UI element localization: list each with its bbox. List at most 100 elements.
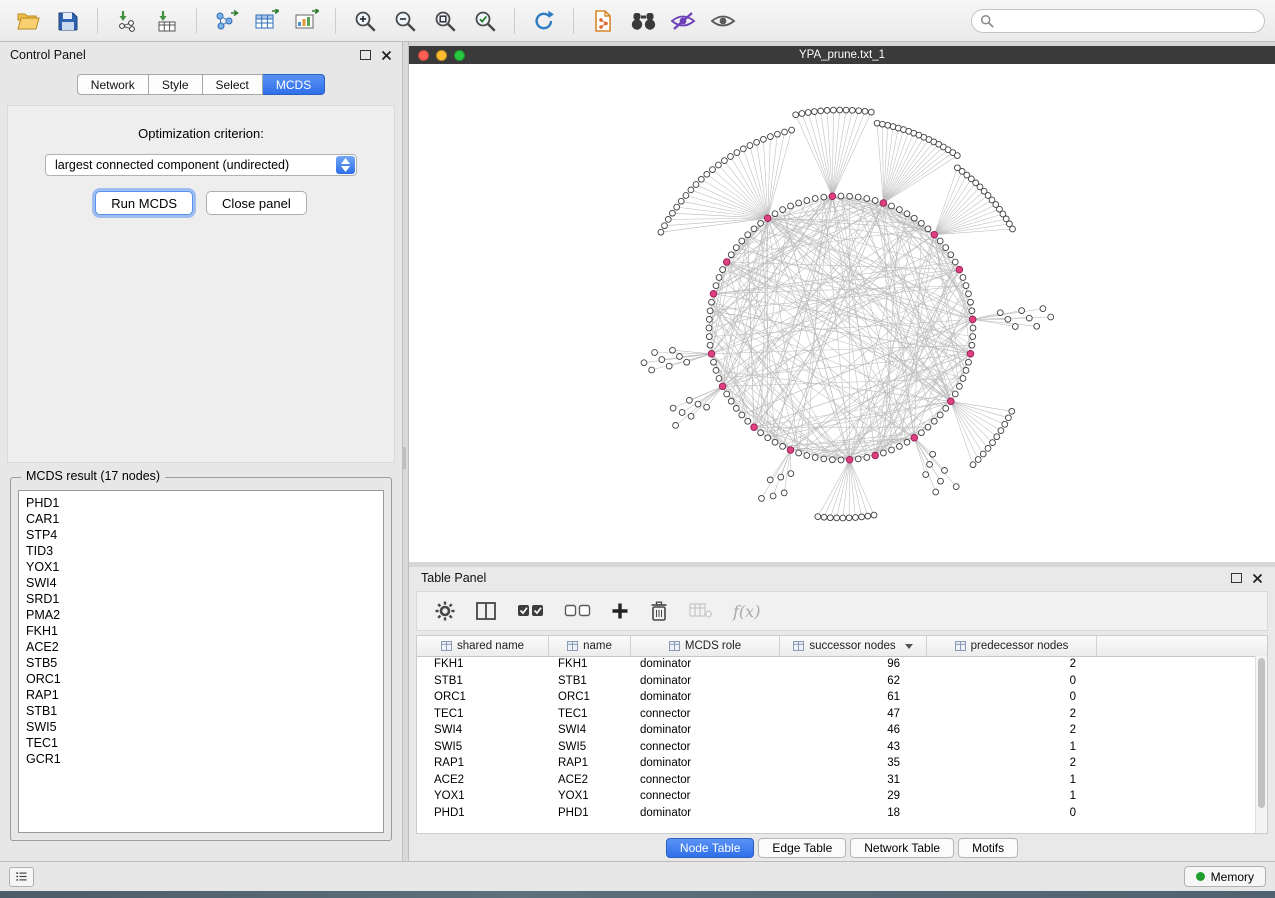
network-node[interactable]: [904, 439, 910, 445]
network-leaf-node[interactable]: [728, 154, 734, 160]
network-leaf-node[interactable]: [665, 217, 671, 223]
network-leaf-node[interactable]: [850, 107, 856, 113]
network-node[interactable]: [937, 238, 943, 244]
network-hub-node[interactable]: [764, 215, 771, 222]
network-node[interactable]: [733, 245, 739, 251]
network-node[interactable]: [919, 430, 925, 436]
duplicate-network-button[interactable]: [585, 5, 621, 37]
network-node[interactable]: [745, 418, 751, 424]
create-column-button[interactable]: [611, 602, 629, 620]
open-folder-button[interactable]: [10, 5, 46, 37]
network-leaf-node[interactable]: [1009, 408, 1015, 414]
column-header-shared-name[interactable]: shared name: [417, 636, 549, 656]
network-node[interactable]: [804, 198, 810, 204]
network-node[interactable]: [796, 200, 802, 206]
tab-network[interactable]: Network: [77, 74, 149, 95]
network-node[interactable]: [724, 391, 730, 397]
network-node[interactable]: [788, 203, 794, 209]
close-panel-button[interactable]: Close panel: [206, 191, 307, 215]
network-hub-node[interactable]: [710, 291, 717, 298]
network-node[interactable]: [745, 232, 751, 238]
network-leaf-node[interactable]: [767, 477, 773, 483]
network-leaf-node[interactable]: [933, 489, 939, 495]
window-close-icon[interactable]: [418, 50, 429, 61]
network-node[interactable]: [728, 398, 734, 404]
network-leaf-node[interactable]: [747, 143, 753, 149]
close-table-panel-icon[interactable]: [1252, 573, 1263, 584]
network-leaf-node[interactable]: [1005, 316, 1011, 322]
network-node[interactable]: [707, 308, 713, 314]
network-node[interactable]: [711, 359, 717, 365]
table-row[interactable]: FKH1FKH1dominator962: [417, 656, 1256, 673]
network-node[interactable]: [838, 457, 844, 463]
tab-select[interactable]: Select: [203, 74, 263, 95]
network-leaf-node[interactable]: [677, 354, 683, 360]
import-network-button[interactable]: [109, 5, 145, 37]
network-leaf-node[interactable]: [740, 146, 746, 152]
network-leaf-node[interactable]: [679, 410, 685, 416]
tab-node-table[interactable]: Node Table: [666, 838, 755, 858]
network-leaf-node[interactable]: [923, 472, 929, 478]
optimization-criterion-select[interactable]: largest connected component (undirected): [45, 154, 357, 176]
network-leaf-node[interactable]: [775, 131, 781, 137]
select-all-columns-button[interactable]: [517, 603, 544, 619]
zoom-selected-button[interactable]: [467, 5, 503, 37]
network-leaf-node[interactable]: [871, 512, 877, 518]
network-leaf-node[interactable]: [793, 112, 799, 118]
table-row[interactable]: ORC1ORC1dominator610: [417, 689, 1256, 706]
network-node[interactable]: [881, 450, 887, 456]
memory-button[interactable]: Memory: [1184, 866, 1266, 887]
network-node[interactable]: [889, 203, 895, 209]
mcds-result-item[interactable]: SRD1: [26, 591, 383, 607]
network-node[interactable]: [904, 211, 910, 217]
network-leaf-node[interactable]: [698, 176, 704, 182]
mcds-result-item[interactable]: ACE2: [26, 639, 383, 655]
delete-column-button[interactable]: [649, 600, 669, 622]
network-node[interactable]: [931, 418, 937, 424]
network-node[interactable]: [925, 226, 931, 232]
mcds-result-item[interactable]: RAP1: [26, 687, 383, 703]
show-columns-button[interactable]: [475, 601, 497, 621]
network-leaf-node[interactable]: [673, 423, 679, 429]
network-node[interactable]: [758, 220, 764, 226]
network-hub-node[interactable]: [911, 435, 918, 442]
network-leaf-node[interactable]: [865, 513, 871, 519]
network-node[interactable]: [821, 194, 827, 200]
network-leaf-node[interactable]: [789, 127, 795, 133]
network-leaf-node[interactable]: [684, 359, 690, 365]
network-node[interactable]: [716, 376, 722, 382]
network-hub-node[interactable]: [948, 398, 955, 405]
network-leaf-node[interactable]: [930, 451, 936, 457]
network-window-titlebar[interactable]: YPA_prune.txt_1: [409, 46, 1275, 64]
network-leaf-node[interactable]: [975, 457, 981, 463]
zoom-fit-button[interactable]: [427, 5, 463, 37]
network-node[interactable]: [968, 299, 974, 305]
tab-edge-table[interactable]: Edge Table: [758, 838, 846, 858]
network-leaf-node[interactable]: [666, 363, 672, 369]
network-leaf-node[interactable]: [815, 514, 821, 520]
network-leaf-node[interactable]: [818, 108, 824, 114]
network-leaf-node[interactable]: [953, 484, 959, 490]
table-row[interactable]: SWI4SWI4dominator462: [417, 722, 1256, 739]
zoom-out-button[interactable]: [387, 5, 423, 37]
mcds-result-item[interactable]: STP4: [26, 527, 383, 543]
network-leaf-node[interactable]: [994, 434, 1000, 440]
network-node[interactable]: [948, 252, 954, 258]
network-leaf-node[interactable]: [812, 109, 818, 115]
mcds-result-item[interactable]: STB1: [26, 703, 383, 719]
network-node[interactable]: [960, 275, 966, 281]
network-node[interactable]: [796, 450, 802, 456]
network-node[interactable]: [897, 207, 903, 213]
network-leaf-node[interactable]: [938, 478, 944, 484]
network-hub-node[interactable]: [969, 316, 976, 323]
network-node[interactable]: [943, 245, 949, 251]
network-node[interactable]: [855, 456, 861, 462]
network-leaf-node[interactable]: [942, 468, 948, 474]
hide-selected-button[interactable]: [665, 5, 701, 37]
network-node[interactable]: [889, 447, 895, 453]
network-leaf-node[interactable]: [1010, 226, 1016, 232]
network-leaf-node[interactable]: [641, 360, 647, 366]
network-leaf-node[interactable]: [927, 462, 933, 468]
network-hub-node[interactable]: [956, 266, 963, 273]
network-leaf-node[interactable]: [678, 198, 684, 204]
